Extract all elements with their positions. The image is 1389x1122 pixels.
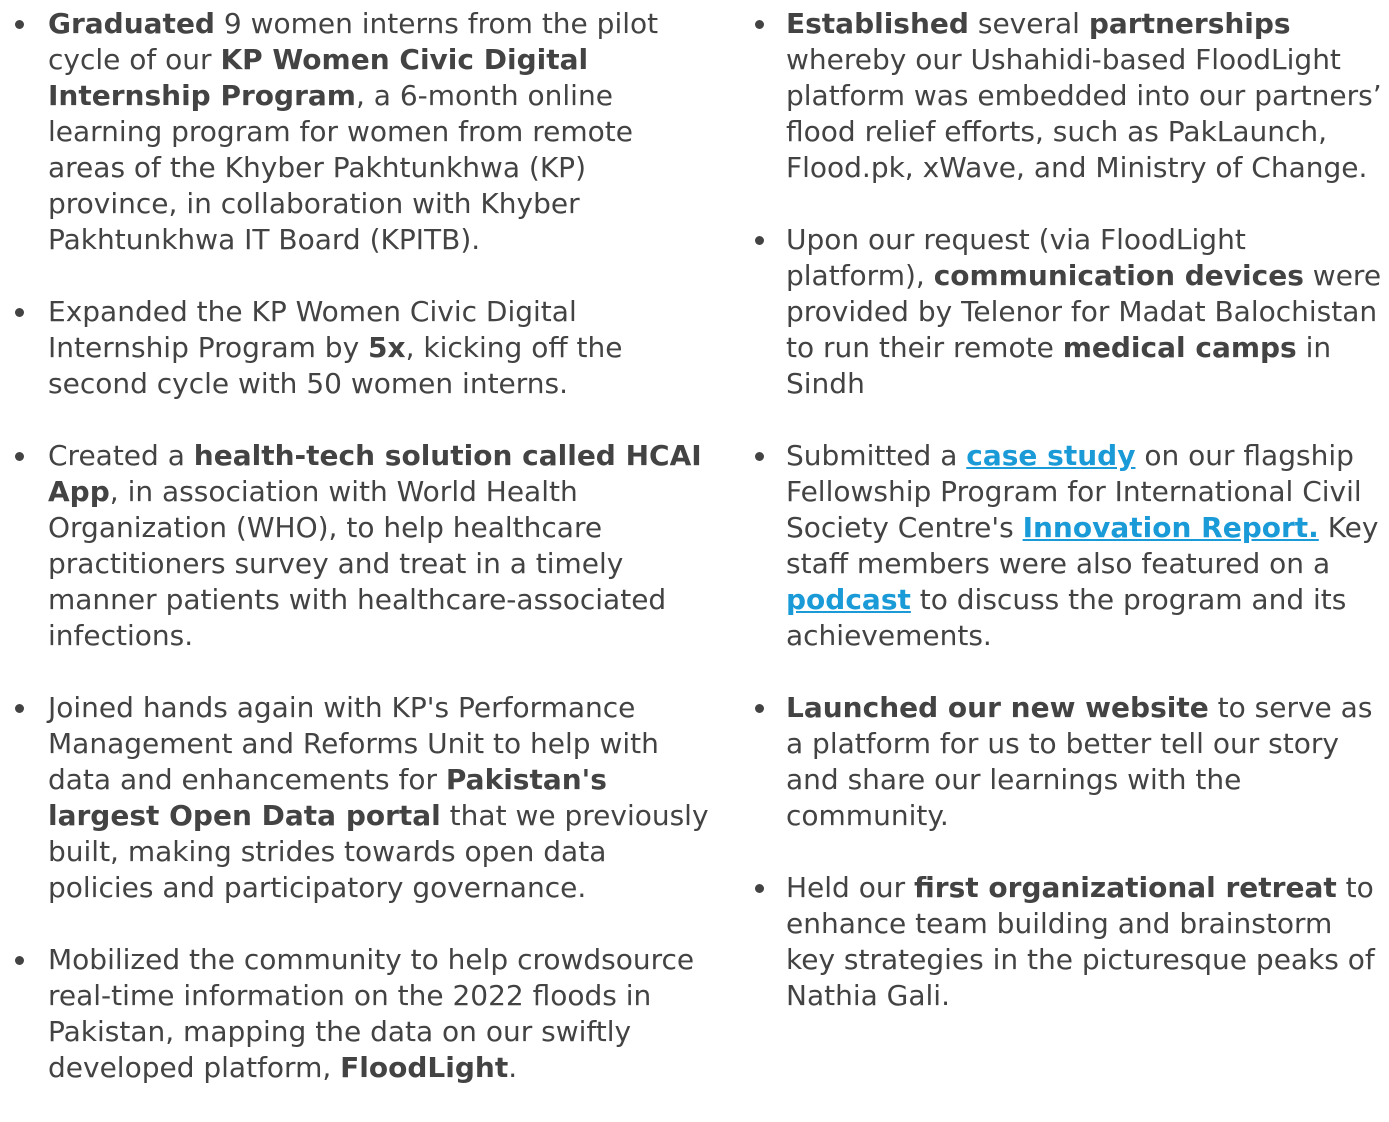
bullet-dot-icon [755, 884, 764, 893]
body-text: several [968, 7, 1089, 40]
body-text: Created a [48, 439, 194, 472]
bullet-dot-icon [755, 20, 764, 29]
right-bullet-item: Established several partnerships whereby… [738, 6, 1389, 186]
inline-link[interactable]: case study [966, 439, 1135, 472]
left-achievements-list: Graduated 9 women interns from the pilot… [0, 6, 710, 1122]
inline-link[interactable]: podcast [786, 583, 911, 616]
body-text: , in association with World Health Organ… [48, 475, 676, 652]
right-bullet-item: Launched our new website to serve as a p… [738, 690, 1389, 834]
left-bullet-item: Created a health-tech solution called HC… [0, 438, 710, 654]
bullet-dot-icon [755, 236, 764, 245]
right-bullet-item: Upon our request (via FloodLight platfor… [738, 222, 1389, 402]
bullet-dot-icon [15, 20, 24, 29]
bold-text: Launched our new website [786, 691, 1209, 724]
body-text: . [508, 1051, 518, 1084]
left-bullet-item: Joined hands again with KP's Performance… [0, 690, 710, 906]
inline-link[interactable]: Innovation Report. [1023, 511, 1319, 544]
left-bullet-item: Expanded the KP Women Civic Digital Inte… [0, 294, 710, 402]
right-bullet-item: Held our first organizational retreat to… [738, 870, 1389, 1014]
right-bullet-item: Submitted a case study on our flagship F… [738, 438, 1389, 654]
body-text: Submitted a [786, 439, 967, 472]
bold-text: medical camps [1062, 331, 1297, 364]
bold-text: partnerships [1088, 7, 1291, 40]
bold-text: 5x [368, 331, 406, 364]
right-achievements-list: Established several partnerships whereby… [738, 6, 1389, 1050]
bold-text: first organizational retreat [914, 871, 1337, 904]
bullet-dot-icon [755, 704, 764, 713]
bullet-dot-icon [15, 452, 24, 461]
bold-text: communication devices [933, 259, 1304, 292]
bullet-dot-icon [15, 956, 24, 965]
left-bullet-item: Graduated 9 women interns from the pilot… [0, 6, 710, 258]
bullet-dot-icon [755, 452, 764, 461]
left-bullet-item: Mobilized the community to help crowdsou… [0, 942, 710, 1086]
bold-text: FloodLight [340, 1051, 509, 1084]
bullet-dot-icon [15, 308, 24, 317]
bullet-dot-icon [15, 704, 24, 713]
bold-text: Established [786, 7, 969, 40]
bold-text: Graduated [48, 7, 215, 40]
body-text: Held our [786, 871, 915, 904]
